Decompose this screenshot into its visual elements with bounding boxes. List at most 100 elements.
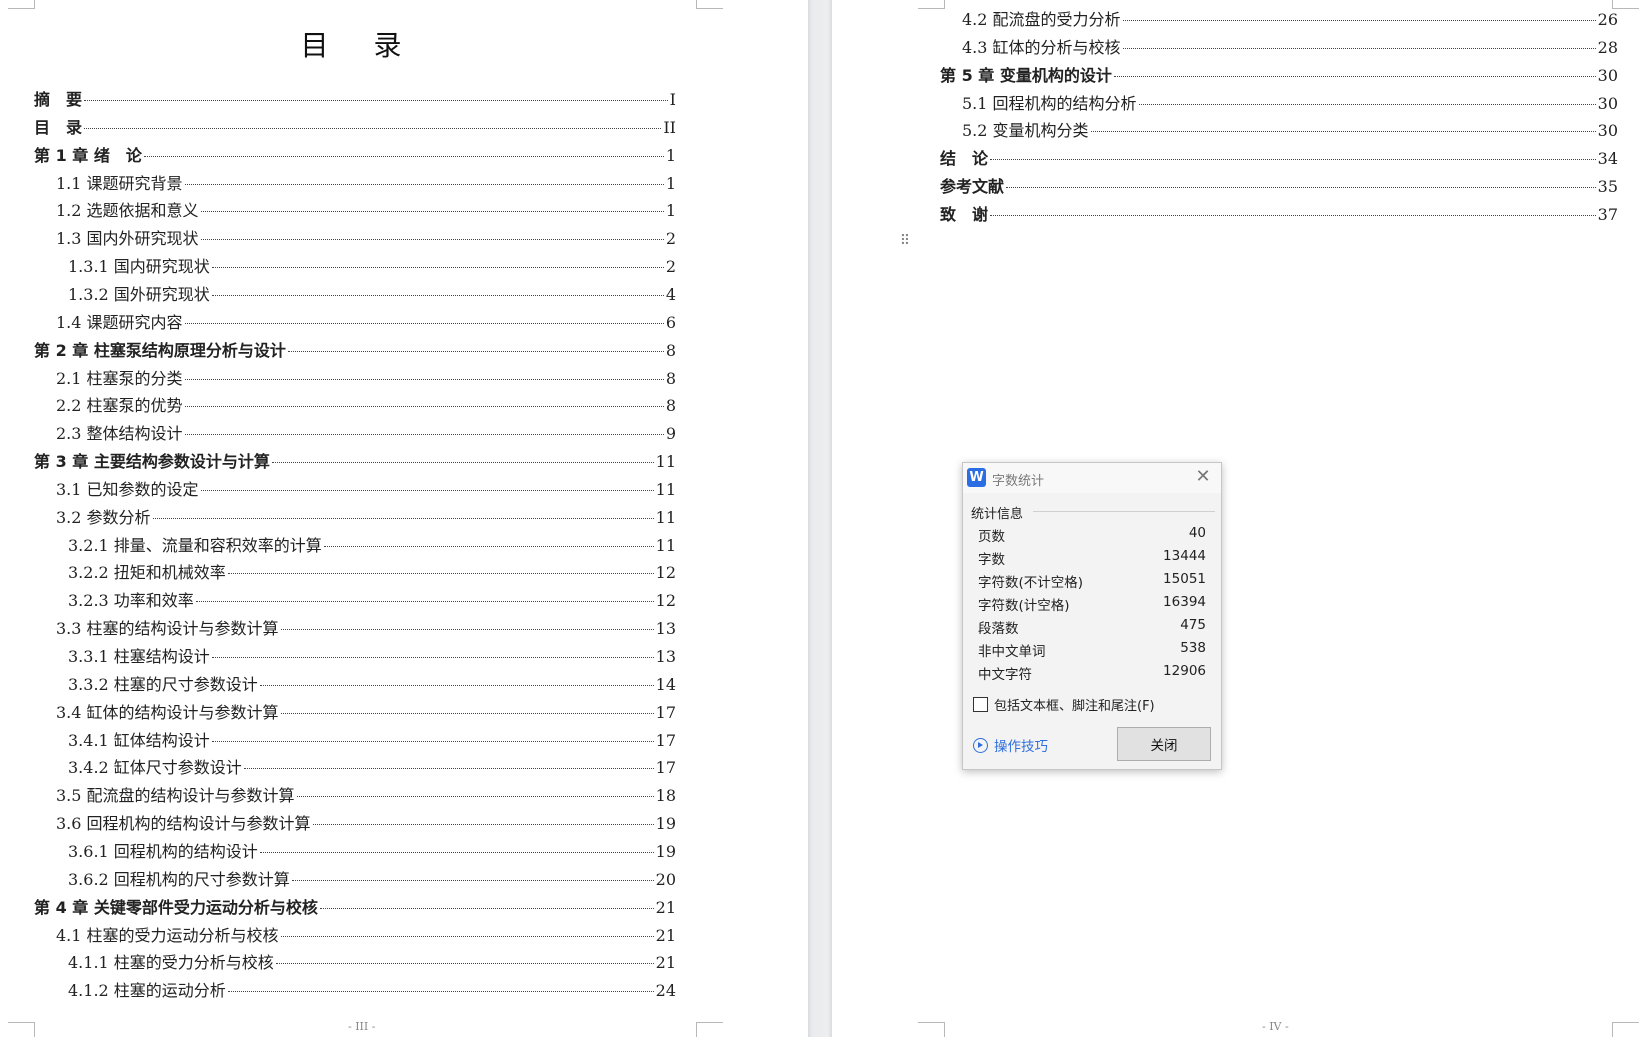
toc-entry-label: 第 1 章 绪 论 xyxy=(34,145,142,165)
toc-leader-dots xyxy=(152,517,654,519)
toc-entry-page: 21 xyxy=(655,953,676,973)
toc-entry-page: 8 xyxy=(665,368,676,388)
toc-leader-dots xyxy=(319,907,654,909)
toc-entry-label: 3.4.2 缸体尺寸参数设计 xyxy=(68,758,242,778)
toc-entry-label: 致 谢 xyxy=(940,204,989,224)
close-icon[interactable]: ✕ xyxy=(1191,465,1215,489)
toc-entry[interactable]: 1.3 国内外研究现状 2 xyxy=(56,225,676,253)
toc-entry[interactable]: 3.6.2 回程机构的尺寸参数计算 20 xyxy=(68,866,676,894)
toc-entry[interactable]: 第 5 章 变量机构的设计 30 xyxy=(940,62,1618,90)
toc-entry-page: 17 xyxy=(655,758,676,778)
document-window: 目 录 摘 要I目 录 II 第 1 章 绪 论 1 1.1 课题研究背景 1 1.2 选题… xyxy=(0,0,1640,1037)
toc-entry[interactable]: 1.1 课题研究背景 1 xyxy=(56,170,676,198)
toc-leader-dots xyxy=(296,796,654,798)
toc-entry[interactable]: 4.3 缸体的分析与校核 28 xyxy=(962,34,1618,62)
toc-entry-label: 3.5 配流盘的结构设计与参数计算 xyxy=(56,786,295,806)
toc-entry[interactable]: 4.1.2 柱塞的运动分析 24 xyxy=(68,977,676,1005)
toc-entry[interactable]: 参考文献 35 xyxy=(940,173,1618,201)
stat-label: 页数 xyxy=(978,529,1005,545)
toc-entry[interactable]: 4.1.1 柱塞的受力分析与校核 21 xyxy=(68,949,676,977)
toc-entry[interactable]: 3.5 配流盘的结构设计与参数计算 18 xyxy=(56,782,676,810)
toc-entry-page: 21 xyxy=(655,897,676,917)
toc-leader-dots xyxy=(143,155,664,157)
toc-entry-page: 17 xyxy=(655,730,676,750)
toc-entry-label: 1.2 选题依据和意义 xyxy=(56,201,199,221)
toc-entry[interactable]: 3.2.3 功率和效率 12 xyxy=(68,587,676,615)
toc-entry[interactable]: 2.2 柱塞泵的优势 8 xyxy=(56,392,676,420)
toc-entry-page: I xyxy=(669,90,676,109)
toc-entry[interactable]: 第 1 章 绪 论 1 xyxy=(34,142,676,170)
toc-entry-page: II xyxy=(663,117,676,137)
stat-value: 40 xyxy=(1188,525,1206,541)
toc-leader-dots xyxy=(184,378,664,380)
toc-entry[interactable]: 1.3.1 国内研究现状 2 xyxy=(68,253,676,281)
close-button[interactable]: 关闭 xyxy=(1117,727,1211,761)
toc-entry[interactable]: 2.3 整体结构设计 9 xyxy=(56,420,676,448)
toc-entry[interactable]: 第 4 章 关键零部件受力运动分析与校核 21 xyxy=(34,894,676,922)
toc-entry[interactable]: 结 论 34 xyxy=(940,145,1618,173)
stat-row: 字符数(计空格) 16394 xyxy=(978,594,1206,616)
toc-entry[interactable]: 3.4 缸体的结构设计与参数计算 17 xyxy=(56,699,676,727)
include-textbox-checkbox-row[interactable]: 包括文本框、脚注和尾注(F) xyxy=(973,695,1155,714)
toc-leader-dots xyxy=(200,239,664,241)
toc-entry-page: 30 xyxy=(1597,65,1618,85)
stat-label: 字数 xyxy=(978,552,1005,568)
toc-leader-dots xyxy=(211,657,654,658)
toc-leader-dots xyxy=(200,211,664,213)
toc-entry[interactable]: 3.4.2 缸体尺寸参数设计 17 xyxy=(68,754,676,782)
toc-entry-label: 5.2 变量机构分类 xyxy=(962,121,1089,141)
stat-row: 字数 13444 xyxy=(978,548,1206,570)
toc-leader-dots xyxy=(990,159,1596,161)
toc-entry[interactable]: 3.6 回程机构的结构设计与参数计算 19 xyxy=(56,810,676,838)
tips-link[interactable]: 操作技巧 xyxy=(973,735,1048,755)
stat-row: 非中文单词 538 xyxy=(978,640,1206,662)
crop-mark xyxy=(8,1022,35,1037)
dialog-titlebar[interactable]: W 字数统计 ✕ xyxy=(963,463,1221,493)
toc-entry-label: 4.2 配流盘的受力分析 xyxy=(962,10,1121,29)
stat-value: 12906 xyxy=(1163,663,1206,679)
stat-label: 段落数 xyxy=(978,621,1019,637)
toc-entry[interactable]: 致 谢 37 xyxy=(940,201,1618,229)
toc-entry[interactable]: 3.3.2 柱塞的尺寸参数设计 14 xyxy=(68,671,676,699)
toc-entry-label: 1.3.2 国外研究现状 xyxy=(68,284,210,304)
toc-entry[interactable]: 3.2.1 排量、流量和容积效率的计算 11 xyxy=(68,532,676,560)
toc-entry[interactable]: 3.2 参数分析 11 xyxy=(56,504,676,532)
toc-entry[interactable]: 5.1 回程机构的结构分析 30 xyxy=(962,90,1618,118)
toc-entry-page: 8 xyxy=(665,340,676,360)
toc-entry-page: 30 xyxy=(1597,121,1618,141)
toc-entry[interactable]: 3.4.1 缸体结构设计 17 xyxy=(68,727,676,755)
toc-entry[interactable]: 3.3.1 柱塞结构设计 13 xyxy=(68,643,676,671)
toc-entry-label: 3.2.1 排量、流量和容积效率的计算 xyxy=(68,535,322,555)
include-textbox-checkbox[interactable] xyxy=(973,697,988,712)
toc-entry[interactable]: 3.3 柱塞的结构设计与参数计算 13 xyxy=(56,615,676,643)
toc-leader-dots xyxy=(280,935,654,937)
toc-entry[interactable]: 3.2.2 扭矩和机械效率 12 xyxy=(68,559,676,587)
toc-entry-page: 1 xyxy=(665,201,676,221)
toc-entry[interactable]: 1.2 选题依据和意义 1 xyxy=(56,197,676,225)
toc-entry[interactable]: 目 录 II xyxy=(34,114,676,142)
toc-entry[interactable]: 1.3.2 国外研究现状 4 xyxy=(68,281,676,309)
toc-entry[interactable]: 4.1 柱塞的受力运动分析与校核 21 xyxy=(56,922,676,950)
toc-entry-page: 2 xyxy=(665,257,676,277)
toc-entry[interactable]: 3.1 已知参数的设定 11 xyxy=(56,476,676,504)
toc-entry-label: 2.2 柱塞泵的优势 xyxy=(56,396,183,416)
toc-entry-page: 37 xyxy=(1597,204,1618,224)
toc-entry[interactable]: 摘 要I xyxy=(34,86,676,114)
toc-entry[interactable]: 5.2 变量机构分类 30 xyxy=(962,117,1618,145)
toc-leader-dots xyxy=(184,406,664,408)
toc-entry[interactable]: 2.1 柱塞泵的分类 8 xyxy=(56,365,676,393)
toc-entry[interactable]: 1.4 课题研究内容 6 xyxy=(56,309,676,337)
stats-group-label: 统计信息 xyxy=(971,507,1024,522)
toc-entry-page: 20 xyxy=(655,869,676,889)
toc-entry[interactable]: 4.2 配流盘的受力分析 26 xyxy=(962,6,1618,34)
toc-entry-label: 1.3 国内外研究现状 xyxy=(56,229,199,249)
toc-entry[interactable]: 第 3 章 主要结构参数设计与计算 11 xyxy=(34,448,676,476)
toc-entry-label: 4.1.1 柱塞的受力分析与校核 xyxy=(68,953,274,973)
toc-leader-dots xyxy=(1113,75,1596,77)
toc-entry-page: 24 xyxy=(655,981,676,1001)
toc-entry[interactable]: 第 2 章 柱塞泵结构原理分析与设计 8 xyxy=(34,337,676,365)
toc-entry[interactable]: 3.6.1 回程机构的结构设计 19 xyxy=(68,838,676,866)
drag-handle-icon[interactable]: ⠿ xyxy=(899,234,911,260)
toc-entry-label: 3.3 柱塞的结构设计与参数计算 xyxy=(56,619,279,639)
toc-entry-label: 1.4 课题研究内容 xyxy=(56,312,183,332)
